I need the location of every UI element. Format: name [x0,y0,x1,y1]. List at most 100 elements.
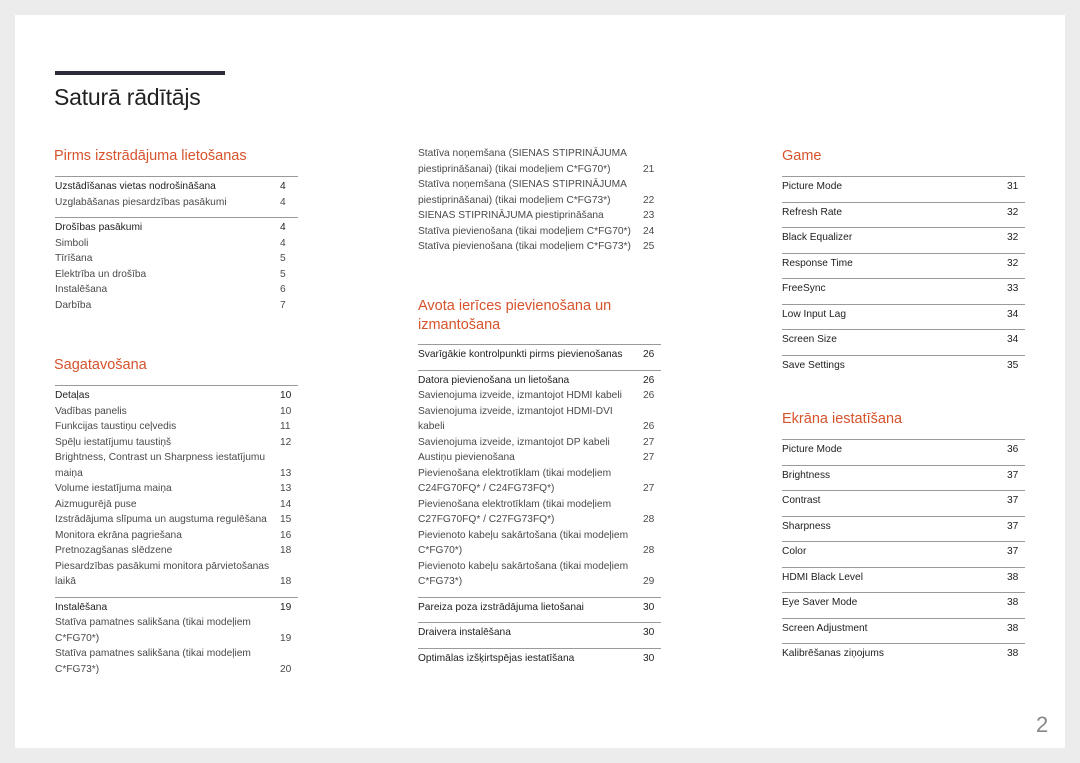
toc-entry[interactable]: Izstrādājuma slīpuma un augstuma regulēš… [55,512,298,528]
toc-entry[interactable]: FreeSync 33 [782,281,1025,297]
toc-entry-title: Spēļu iestatījumu taustiņš [55,436,172,448]
toc-entry[interactable]: Austiņu pievienošana 27 [418,450,661,466]
toc-entry-title: Eye Saver Mode [782,597,858,608]
toc-entry-title: Datora pievienošana un lietošana [418,374,570,386]
toc-entry[interactable]: Statīva pamatnes salikšana (tikai modeļi… [55,615,298,646]
toc-entry[interactable]: Color 37 [782,544,1025,560]
toc-entry[interactable]: Statīva pamatnes salikšana (tikai modeļi… [55,646,298,677]
toc-entry[interactable]: Simboli 4 [55,236,298,252]
toc-entry[interactable]: Piesardzības pasākumi monitora pārvietoš… [55,559,298,590]
toc-entry[interactable]: Instalēšana 19 [55,600,298,616]
toc-entry[interactable]: Picture Mode 31 [782,179,1025,195]
toc-entry[interactable]: Refresh Rate 32 [782,205,1025,221]
toc-entry[interactable]: Sharpness 37 [782,519,1025,535]
toc-group: FreeSync 33 [782,278,1025,297]
toc-section-5: Picture Mode 36 Brightness 37 Contrast 37 Shar… [782,439,1025,669]
toc-entry-page: 23 [643,210,655,221]
toc-entry[interactable]: Pievienošana elektrotīklam (tikai modeļi… [418,466,661,497]
toc-entry[interactable]: Drošības pasākumi 4 [55,220,298,236]
toc-entry[interactable]: Response Time 32 [782,256,1025,272]
toc-entry[interactable]: Tīrīšana 5 [55,251,298,267]
toc-entry-page: 30 [643,627,655,638]
toc-group: Sharpness 37 [782,515,1025,535]
toc-entry[interactable]: Picture Mode 36 [782,442,1025,458]
toc-entry[interactable]: Statīva noņemšana (SIENAS STIPRINĀJUMA p… [418,146,661,177]
toc-entry[interactable]: HDMI Black Level 38 [782,570,1025,586]
toc-entry[interactable]: Save Settings 35 [782,358,1025,374]
toc-entry[interactable]: Monitora ekrāna pagriešana 16 [55,528,298,544]
toc-entry[interactable]: Pievienoto kabeļu sakārtošana (tikai mod… [418,559,661,590]
toc-entry[interactable]: Pareiza poza izstrādājuma lietošanai 30 [418,600,661,616]
toc-group: Brightness 37 [782,464,1025,484]
toc-entry[interactable]: SIENAS STIPRINĀJUMA piestiprināšana 23 [418,208,661,224]
toc-entry[interactable]: Svarīgākie kontrolpunkti pirms pievienoš… [418,347,661,363]
toc-entry-page: 34 [1007,308,1019,320]
toc-entry-title: HDMI Black Level [782,571,863,583]
toc-entry[interactable]: Aizmugurējā puse 14 [55,497,298,513]
toc-entry[interactable]: Pievienoto kabeļu sakārtošana (tikai mod… [418,528,661,559]
toc-entry[interactable]: Elektrība un drošība 5 [55,267,298,283]
toc-entry-title: Brightness, Contrast un Sharpness iestat… [55,452,266,479]
toc-entry[interactable]: Contrast 37 [782,493,1025,509]
toc-section-0: Uzstādīšanas vietas nodrošināšana 4 Uzglab… [55,176,298,320]
toc-entry[interactable]: Uzstādīšanas vietas nodrošināšana 4 [55,179,298,195]
toc-entry[interactable]: Darbība 7 [55,298,298,314]
toc-entry-page: 29 [643,576,655,587]
toc-entry[interactable]: Statīva pievienošana (tikai modeļiem C*F… [418,239,661,255]
toc-entry-title: Pievienoto kabeļu sakārtošana (tikai mod… [418,560,629,588]
toc-entry-title: Pretnozagšanas slēdzene [55,545,173,556]
toc-section-1: Detaļas 10 Vadības panelis 10 Funkcijas taus… [55,385,298,684]
toc-entry-page: 4 [280,196,286,208]
toc-group: Color 37 [782,541,1025,560]
toc-entry-page: 18 [280,545,292,556]
toc-entry[interactable]: Savienojuma izveide, izmantojot HDMI kab… [418,388,661,404]
toc-entry-page: 19 [280,601,292,613]
toc-group: HDMI Black Level 38 [782,566,1025,586]
toc-entry[interactable]: Uzglabāšanas piesardzības pasākumi 4 [55,195,298,211]
toc-entry[interactable]: Spēļu iestatījumu taustiņš 12 [55,435,298,451]
toc-group: Screen Size 34 [782,329,1025,348]
toc-entry[interactable]: Brightness 37 [782,468,1025,484]
toc-entry[interactable]: Eye Saver Mode 38 [782,595,1025,611]
toc-entry-title: Statīva pievienošana (tikai modeļiem C*F… [418,241,631,252]
toc-entry[interactable]: Black Equalizer 32 [782,230,1025,246]
toc-entry[interactable]: Pretnozagšanas slēdzene 18 [55,543,298,559]
toc-entry-page: 13 [280,483,292,494]
toc-entry[interactable]: Screen Size 34 [782,332,1025,348]
toc-entry[interactable]: Kalibrēšanas ziņojums 38 [782,646,1025,662]
toc-entry-page: 38 [1007,571,1019,583]
toc-entry-title: Izstrādājuma slīpuma un augstuma regulēš… [55,514,267,525]
toc-entry-page: 34 [1007,334,1019,345]
toc-entry[interactable]: Optimālas izšķirtspējas iestatīšana 30 [418,651,661,667]
toc-entry[interactable]: Volume iestatījuma maiņa 13 [55,481,298,497]
toc-entry-title: Statīva noņemšana (SIENAS STIPRINĀJUMA p… [418,148,627,175]
toc-entry[interactable]: Brightness, Contrast un Sharpness iestat… [55,450,298,481]
toc-entry-page: 37 [1007,469,1019,481]
toc-entry[interactable]: Statīva pievienošana (tikai modeļiem C*F… [418,224,661,240]
toc-entry[interactable]: Detaļas 10 [55,388,298,404]
toc-entry-title: Tīrīšana [55,253,93,264]
toc-entry[interactable]: Instalēšana 6 [55,282,298,298]
page-number: 2 [1036,712,1049,737]
toc-entry[interactable]: Savienojuma izveide, izmantojot DP kabel… [418,435,661,451]
toc-entry[interactable]: Screen Adjustment 38 [782,621,1025,637]
toc-entry[interactable]: Pievienošana elektrotīklam (tikai modeļi… [418,497,661,528]
toc-entry-title: Low Input Lag [782,308,847,320]
toc-entry[interactable]: Draivera instalēšana 30 [418,625,661,641]
toc-entry[interactable]: Savienojuma izveide, izmantojot HDMI-DVI… [418,404,661,435]
toc-entry-page: 18 [280,576,292,587]
toc-entry-page: 28 [643,545,655,556]
toc-entry[interactable]: Funkcijas taustiņu ceļvedis 11 [55,419,298,435]
toc-entry-title: Draivera instalēšana [418,627,511,638]
toc-entry[interactable]: Statīva noņemšana (SIENAS STIPRINĀJUMA p… [418,177,661,208]
toc-entry[interactable]: Low Input Lag 34 [782,307,1025,323]
toc-entry-page: 4 [280,181,286,192]
toc-entry-title: Black Equalizer [782,232,853,243]
toc-entry-page: 31 [1007,181,1019,192]
toc-group: Refresh Rate 32 [782,201,1025,221]
toc-group: Statīva noņemšana (SIENAS STIPRINĀJUMA p… [418,146,661,255]
toc-entry[interactable]: Datora pievienošana un lietošana 26 [418,373,661,389]
toc-group: Optimālas izšķirtspējas iestatīšana 30 [418,647,661,667]
toc-entry-page: 5 [280,253,286,264]
toc-entry[interactable]: Vadības panelis 10 [55,404,298,420]
